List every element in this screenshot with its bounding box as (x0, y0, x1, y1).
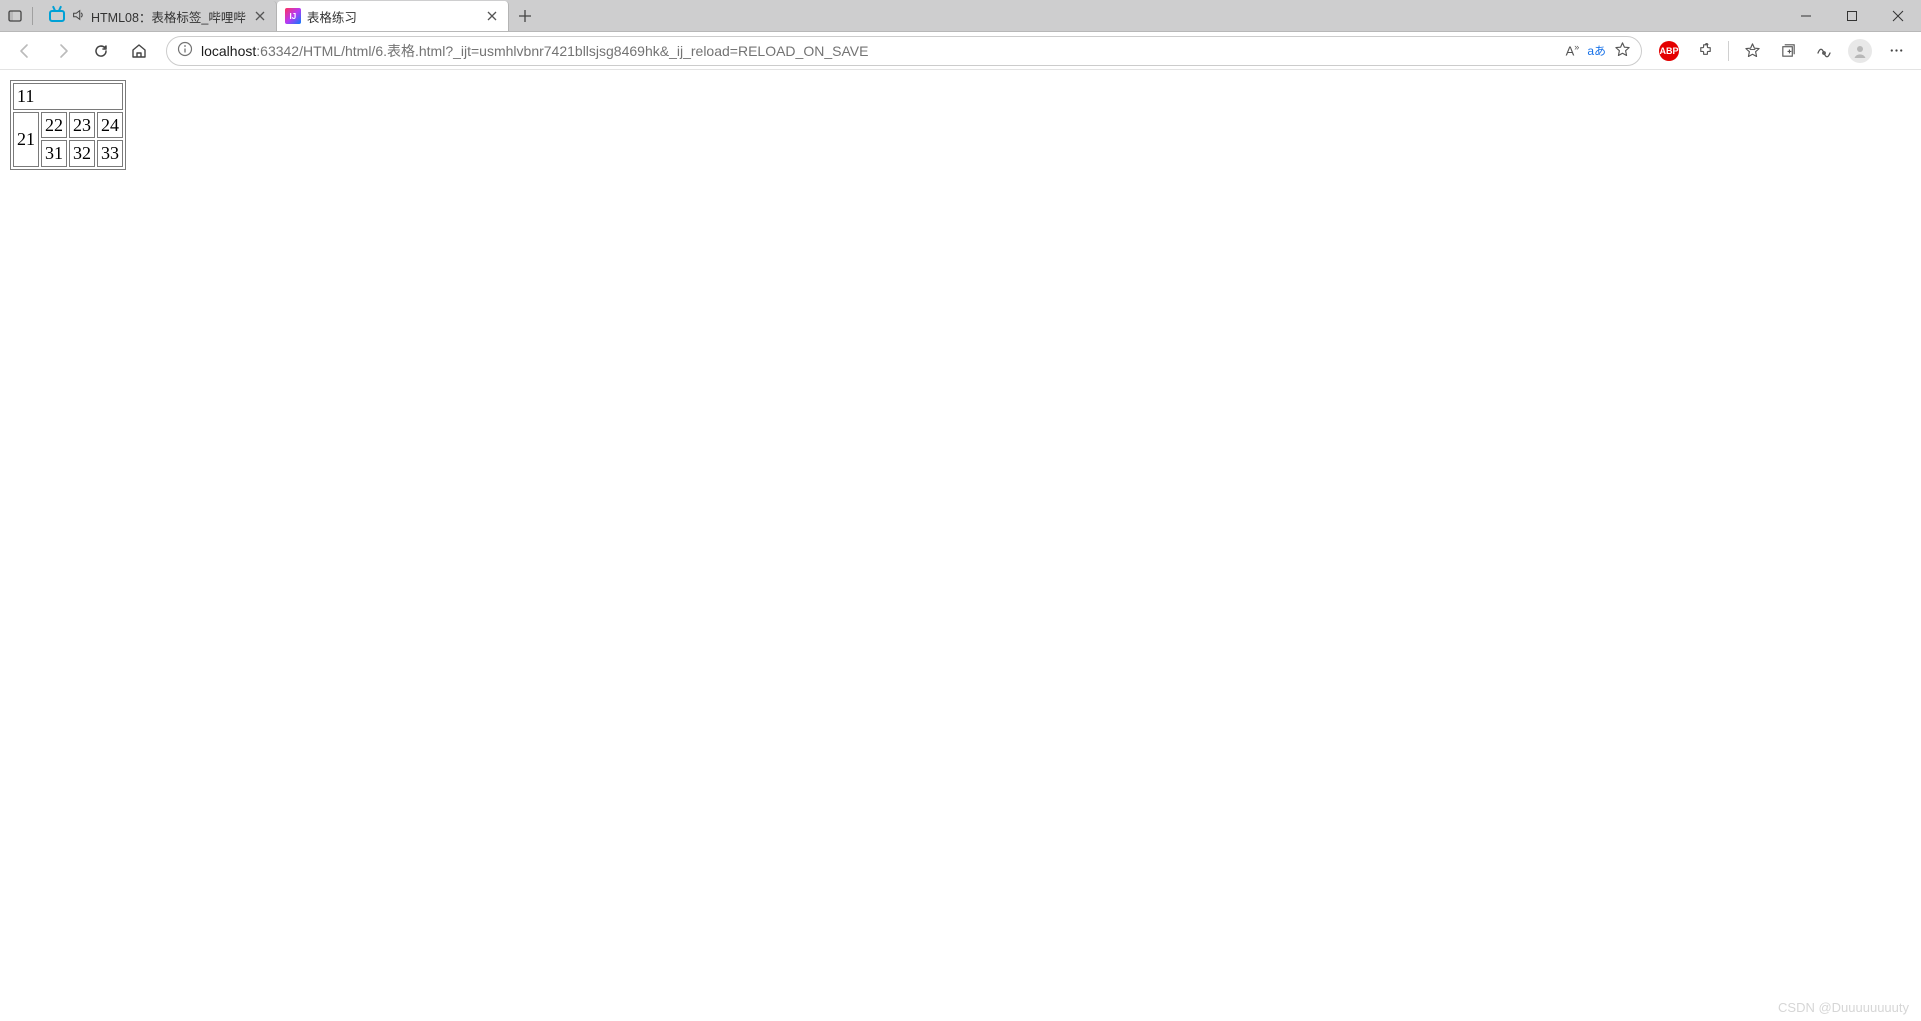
toolbar: localhost:63342/HTML/html/6.表格.html?_ijt… (0, 32, 1921, 70)
url-host: localhost (201, 43, 256, 59)
performance-button[interactable] (1807, 36, 1841, 66)
profile-button[interactable] (1843, 36, 1877, 66)
bilibili-favicon-icon (49, 10, 65, 22)
page-content: 11 21 22 23 24 31 32 33 (0, 70, 1921, 180)
favorites-star-icon[interactable] (1614, 41, 1631, 61)
read-aloud-icon[interactable]: A» (1566, 42, 1580, 58)
refresh-button[interactable] (84, 36, 118, 66)
tab-inactive[interactable]: HTML08：表格标签_哔哩哔 (41, 1, 277, 31)
table-cell: 24 (97, 112, 123, 139)
table-cell: 11 (13, 83, 123, 110)
close-icon[interactable] (484, 8, 500, 24)
table-cell: 23 (69, 112, 95, 139)
extensions-button[interactable] (1688, 36, 1722, 66)
table-row: 11 (13, 83, 123, 110)
forward-button[interactable] (46, 36, 80, 66)
tab-label: HTML08：表格标签_哔哩哔 (91, 7, 246, 26)
site-info-icon[interactable] (177, 41, 193, 60)
toolbar-right: ABP (1652, 36, 1913, 66)
window-controls (1783, 0, 1921, 31)
table-cell: 33 (97, 140, 123, 167)
more-button[interactable] (1879, 36, 1913, 66)
translate-icon[interactable]: aあ (1587, 42, 1606, 59)
tabstrip: HTML08：表格标签_哔哩哔 IJ 表格练习 (41, 0, 541, 31)
collections-button[interactable] (1771, 36, 1805, 66)
new-tab-button[interactable] (509, 1, 541, 31)
tab-label: 表格练习 (307, 7, 478, 26)
abp-button[interactable]: ABP (1652, 36, 1686, 66)
home-button[interactable] (122, 36, 156, 66)
table-cell: 21 (13, 112, 39, 167)
table-row: 21 22 23 24 (13, 112, 123, 139)
url-rest: :63342/HTML/html/6.表格.html?_ijt=usmhlvbn… (256, 43, 868, 59)
close-window-button[interactable] (1875, 0, 1921, 32)
table-cell: 22 (41, 112, 67, 139)
divider (32, 7, 33, 25)
intellij-favicon-icon: IJ (285, 8, 301, 24)
demo-table: 11 21 22 23 24 31 32 33 (10, 80, 126, 170)
close-icon[interactable] (252, 8, 268, 24)
divider (1728, 41, 1729, 61)
abp-icon: ABP (1659, 41, 1679, 61)
speaker-icon[interactable] (71, 8, 85, 25)
tab-active[interactable]: IJ 表格练习 (277, 1, 509, 31)
titlebar-left (0, 0, 41, 31)
maximize-button[interactable] (1829, 0, 1875, 32)
titlebar-spacer (541, 0, 1783, 31)
favorites-button[interactable] (1735, 36, 1769, 66)
watermark: CSDN @Duuuuuuuuty (1778, 1000, 1909, 1015)
minimize-button[interactable] (1783, 0, 1829, 32)
titlebar: HTML08：表格标签_哔哩哔 IJ 表格练习 (0, 0, 1921, 32)
table-cell: 31 (41, 140, 67, 167)
url-text: localhost:63342/HTML/html/6.表格.html?_ijt… (201, 41, 1558, 61)
tab-actions-icon[interactable] (6, 7, 24, 25)
back-button[interactable] (8, 36, 42, 66)
table-cell: 32 (69, 140, 95, 167)
addressbar[interactable]: localhost:63342/HTML/html/6.表格.html?_ijt… (166, 36, 1642, 66)
profile-avatar-icon (1848, 39, 1872, 63)
